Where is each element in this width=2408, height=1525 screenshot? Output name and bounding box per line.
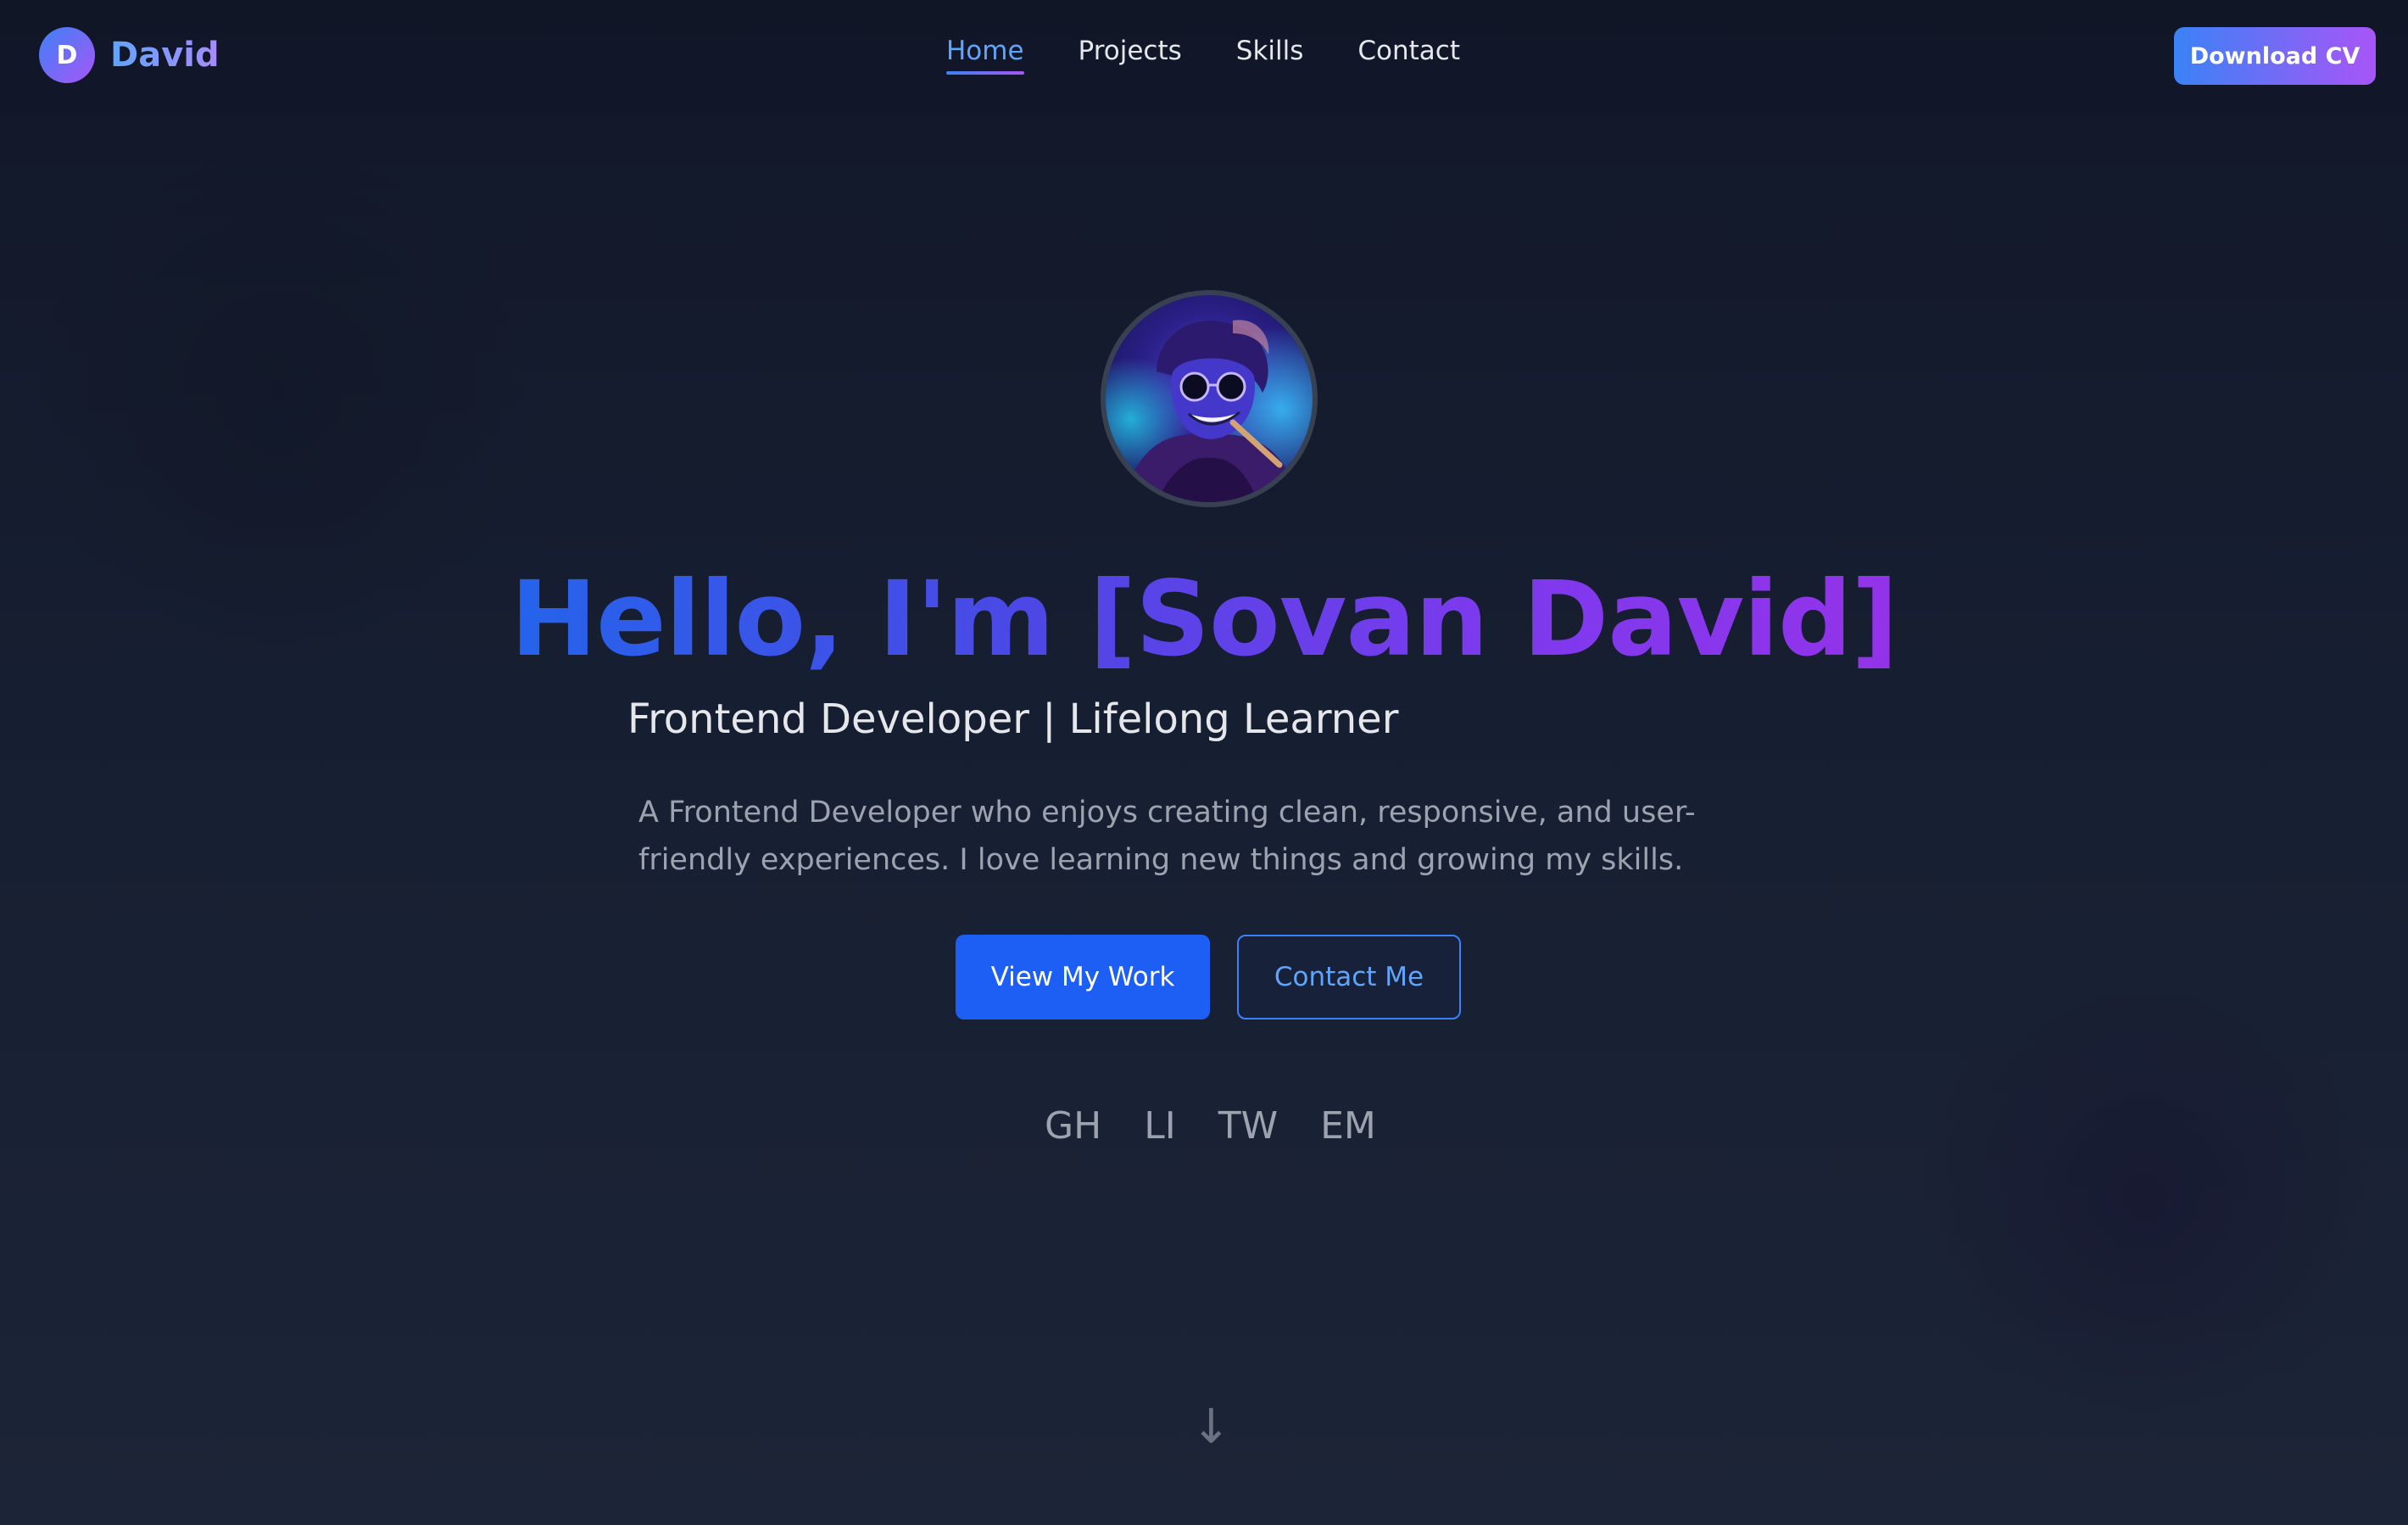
- profile-avatar: [1101, 290, 1318, 507]
- logo-badge: D: [39, 27, 95, 83]
- email-link[interactable]: EM: [1320, 1104, 1376, 1148]
- nav-link-projects[interactable]: Projects: [1079, 36, 1182, 75]
- avatar-illustration-icon: [1106, 295, 1313, 502]
- contact-me-button[interactable]: Contact Me: [1237, 935, 1461, 1019]
- view-my-work-button[interactable]: View My Work: [956, 935, 1210, 1019]
- background-glow-right: [1899, 950, 2391, 1442]
- scroll-down-icon[interactable]: ↓: [1191, 1399, 1231, 1455]
- social-links: GH LI TW EM: [1045, 1104, 1376, 1148]
- nav-link-home[interactable]: Home: [946, 36, 1024, 75]
- hero-subtitle: Frontend Developer | Lifelong Learner: [627, 695, 1399, 743]
- twitter-link[interactable]: TW: [1218, 1104, 1278, 1148]
- hero-heading-text: Hello, I'm [Sovan David]: [510, 559, 1898, 679]
- hero-heading: Hello, I'm [Sovan David]: [0, 560, 2408, 679]
- brand-logo[interactable]: D David: [39, 27, 220, 83]
- main-nav: Home Projects Skills Contact: [946, 36, 1460, 75]
- hero-description: A Frontend Developer who enjoys creating…: [638, 796, 1696, 877]
- site-header: D David Home Projects Skills Contact Dow…: [0, 0, 2408, 112]
- download-cv-button[interactable]: Download CV: [2174, 27, 2376, 85]
- nav-link-contact[interactable]: Contact: [1357, 36, 1460, 75]
- brand-name: David: [110, 36, 220, 75]
- github-link[interactable]: GH: [1045, 1104, 1101, 1148]
- linkedin-link[interactable]: LI: [1144, 1104, 1176, 1148]
- nav-link-skills[interactable]: Skills: [1236, 36, 1304, 75]
